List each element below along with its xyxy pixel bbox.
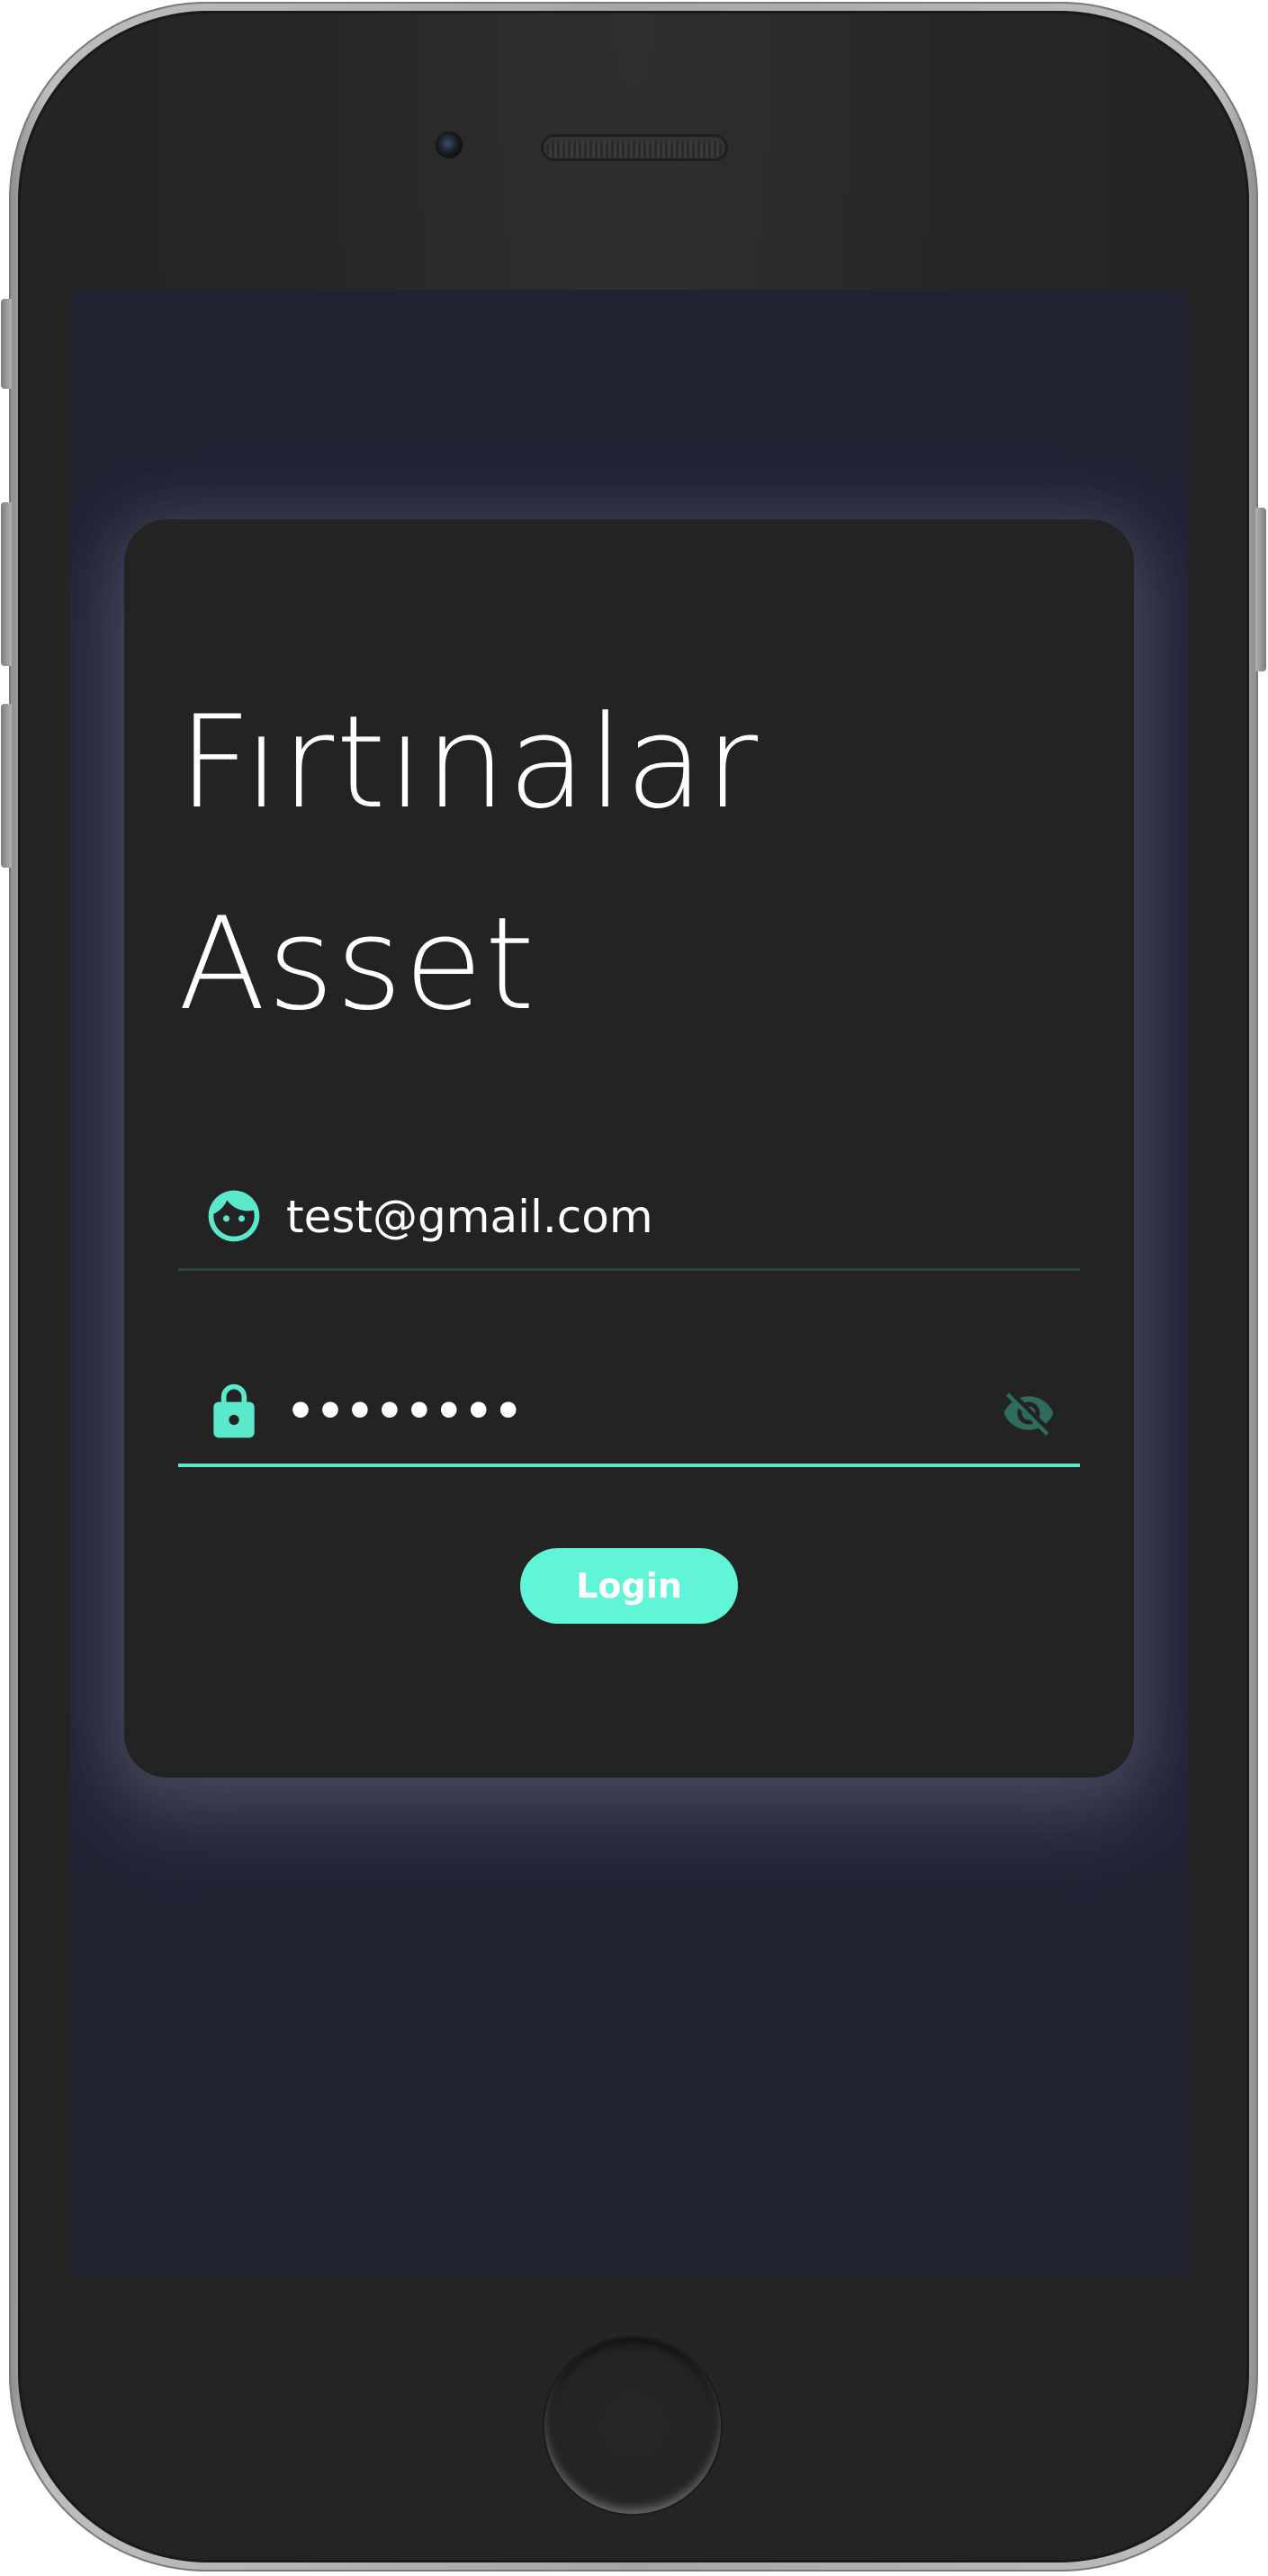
app-title-line1: Fırtınalar xyxy=(178,689,760,837)
lock-icon xyxy=(213,1383,255,1438)
volume-up-button xyxy=(1,502,12,666)
app-title-line2: Asset xyxy=(178,890,537,1039)
volume-down-button xyxy=(1,704,12,868)
earpiece-speaker xyxy=(544,137,725,158)
login-button[interactable]: Login xyxy=(520,1548,738,1624)
email-underline xyxy=(178,1268,1080,1271)
password-field[interactable]: •••••••• xyxy=(178,1350,1080,1467)
email-value[interactable]: test@gmail.com xyxy=(286,1190,653,1244)
face-icon xyxy=(208,1190,260,1242)
mute-switch xyxy=(1,299,12,389)
home-button xyxy=(544,2337,721,2514)
app-screen: Fırtınalar Asset test@gmail.com ••••••••… xyxy=(70,290,1188,2275)
password-underline xyxy=(178,1464,1080,1467)
email-field[interactable]: test@gmail.com xyxy=(178,1154,1080,1271)
power-button xyxy=(1255,508,1266,671)
password-value[interactable]: •••••••• xyxy=(286,1384,524,1438)
login-card: Fırtınalar Asset test@gmail.com ••••••••… xyxy=(124,519,1134,1778)
front-camera xyxy=(436,131,463,158)
visibility-off-icon[interactable] xyxy=(997,1386,1060,1440)
